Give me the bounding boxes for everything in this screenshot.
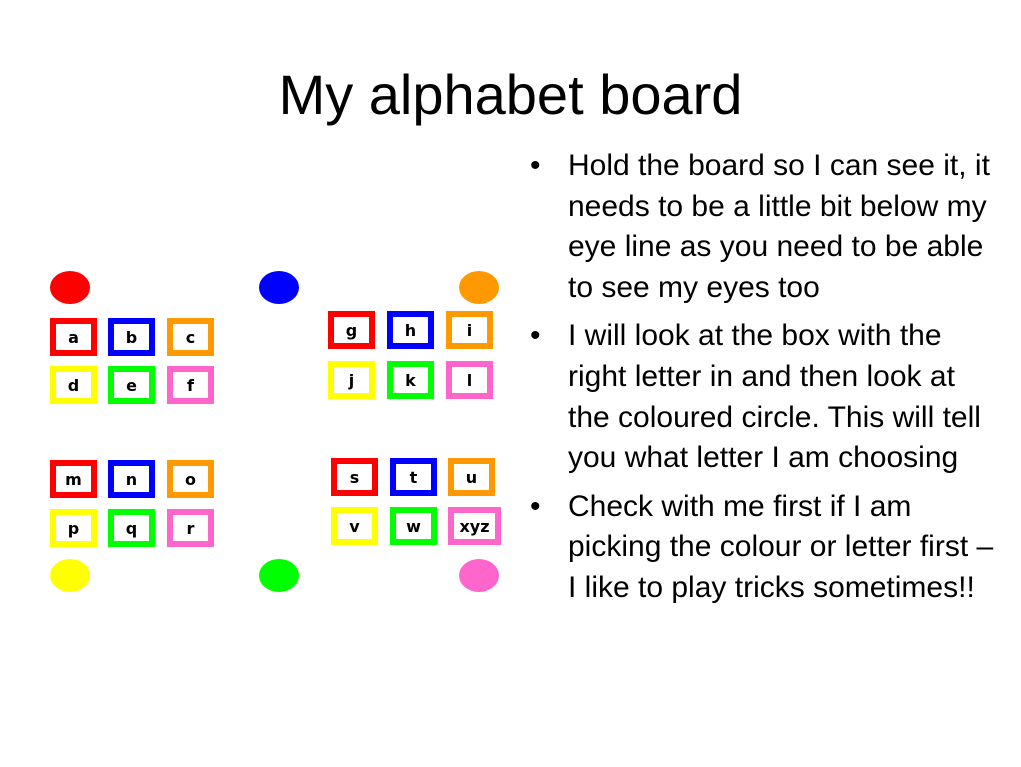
bullet-icon: • xyxy=(530,489,541,523)
letter-box-u: u xyxy=(448,458,495,496)
letter-box-f: f xyxy=(167,366,214,404)
letter-label: h xyxy=(404,320,417,340)
letter-box-h: h xyxy=(387,311,434,349)
instruction-text: Check with me first if I am picking the … xyxy=(568,489,994,604)
letter-label: c xyxy=(185,327,196,347)
letter-label: j xyxy=(348,370,355,390)
letter-box-i: i xyxy=(446,311,493,349)
letter-box-r: r xyxy=(167,509,214,547)
letter-box-d: d xyxy=(50,366,97,404)
letter-label: f xyxy=(187,375,194,395)
letter-label: s xyxy=(349,467,360,487)
blue-circle xyxy=(259,271,299,304)
instruction-item: • Hold the board so I can see it, it nee… xyxy=(528,146,998,308)
letter-box-m: m xyxy=(50,460,97,498)
red-circle xyxy=(50,271,90,304)
letter-label: k xyxy=(405,370,416,390)
letter-label: n xyxy=(125,469,138,489)
letter-box-s: s xyxy=(331,458,378,496)
letter-box-g: g xyxy=(328,311,375,349)
letter-box-e: e xyxy=(108,366,155,404)
letter-box-q: q xyxy=(108,509,155,547)
letter-box-v: v xyxy=(331,507,378,545)
letter-box-a: a xyxy=(50,318,97,356)
instructions-list: • Hold the board so I can see it, it nee… xyxy=(528,146,998,617)
bullet-icon: • xyxy=(530,149,541,182)
letter-box-o: o xyxy=(167,460,214,498)
letter-label: b xyxy=(125,327,138,347)
green-circle xyxy=(259,559,299,592)
letter-box-b: b xyxy=(108,318,155,356)
letter-label: v xyxy=(349,516,360,536)
letter-label: r xyxy=(186,518,195,538)
orange-circle xyxy=(459,271,499,304)
letter-label: d xyxy=(67,375,80,395)
letter-label: g xyxy=(345,320,358,340)
letter-label: l xyxy=(466,370,473,390)
letter-label: xyz xyxy=(459,516,490,536)
letter-label: a xyxy=(68,327,79,347)
instruction-text: Hold the board so I can see it, it needs… xyxy=(568,149,990,304)
letter-box-t: t xyxy=(390,458,437,496)
letter-label: i xyxy=(466,320,473,340)
alphabet-board: a b c d e f g h i j k l m n o p q r s t … xyxy=(0,0,520,767)
letter-label: w xyxy=(406,516,421,536)
pink-circle xyxy=(459,559,499,592)
letter-label: p xyxy=(67,518,80,538)
yellow-circle xyxy=(50,559,90,592)
instruction-text: I will look at the box with the right le… xyxy=(568,319,981,475)
instruction-item: • I will look at the box with the right … xyxy=(528,316,998,478)
letter-label: m xyxy=(65,469,82,489)
letter-box-n: n xyxy=(108,460,155,498)
letter-box-p: p xyxy=(50,509,97,547)
letter-box-k: k xyxy=(387,361,434,399)
letter-label: q xyxy=(125,518,138,538)
letter-box-xyz: xyz xyxy=(448,507,501,545)
letter-box-j: j xyxy=(328,361,375,399)
letter-label: t xyxy=(409,467,418,487)
letter-label: e xyxy=(126,375,137,395)
letter-box-c: c xyxy=(167,318,214,356)
letter-box-w: w xyxy=(390,507,437,545)
bullet-icon: • xyxy=(530,319,541,353)
letter-label: u xyxy=(465,467,478,487)
letter-box-l: l xyxy=(446,361,493,399)
instruction-item: • Check with me first if I am picking th… xyxy=(528,487,998,609)
letter-label: o xyxy=(185,469,196,489)
